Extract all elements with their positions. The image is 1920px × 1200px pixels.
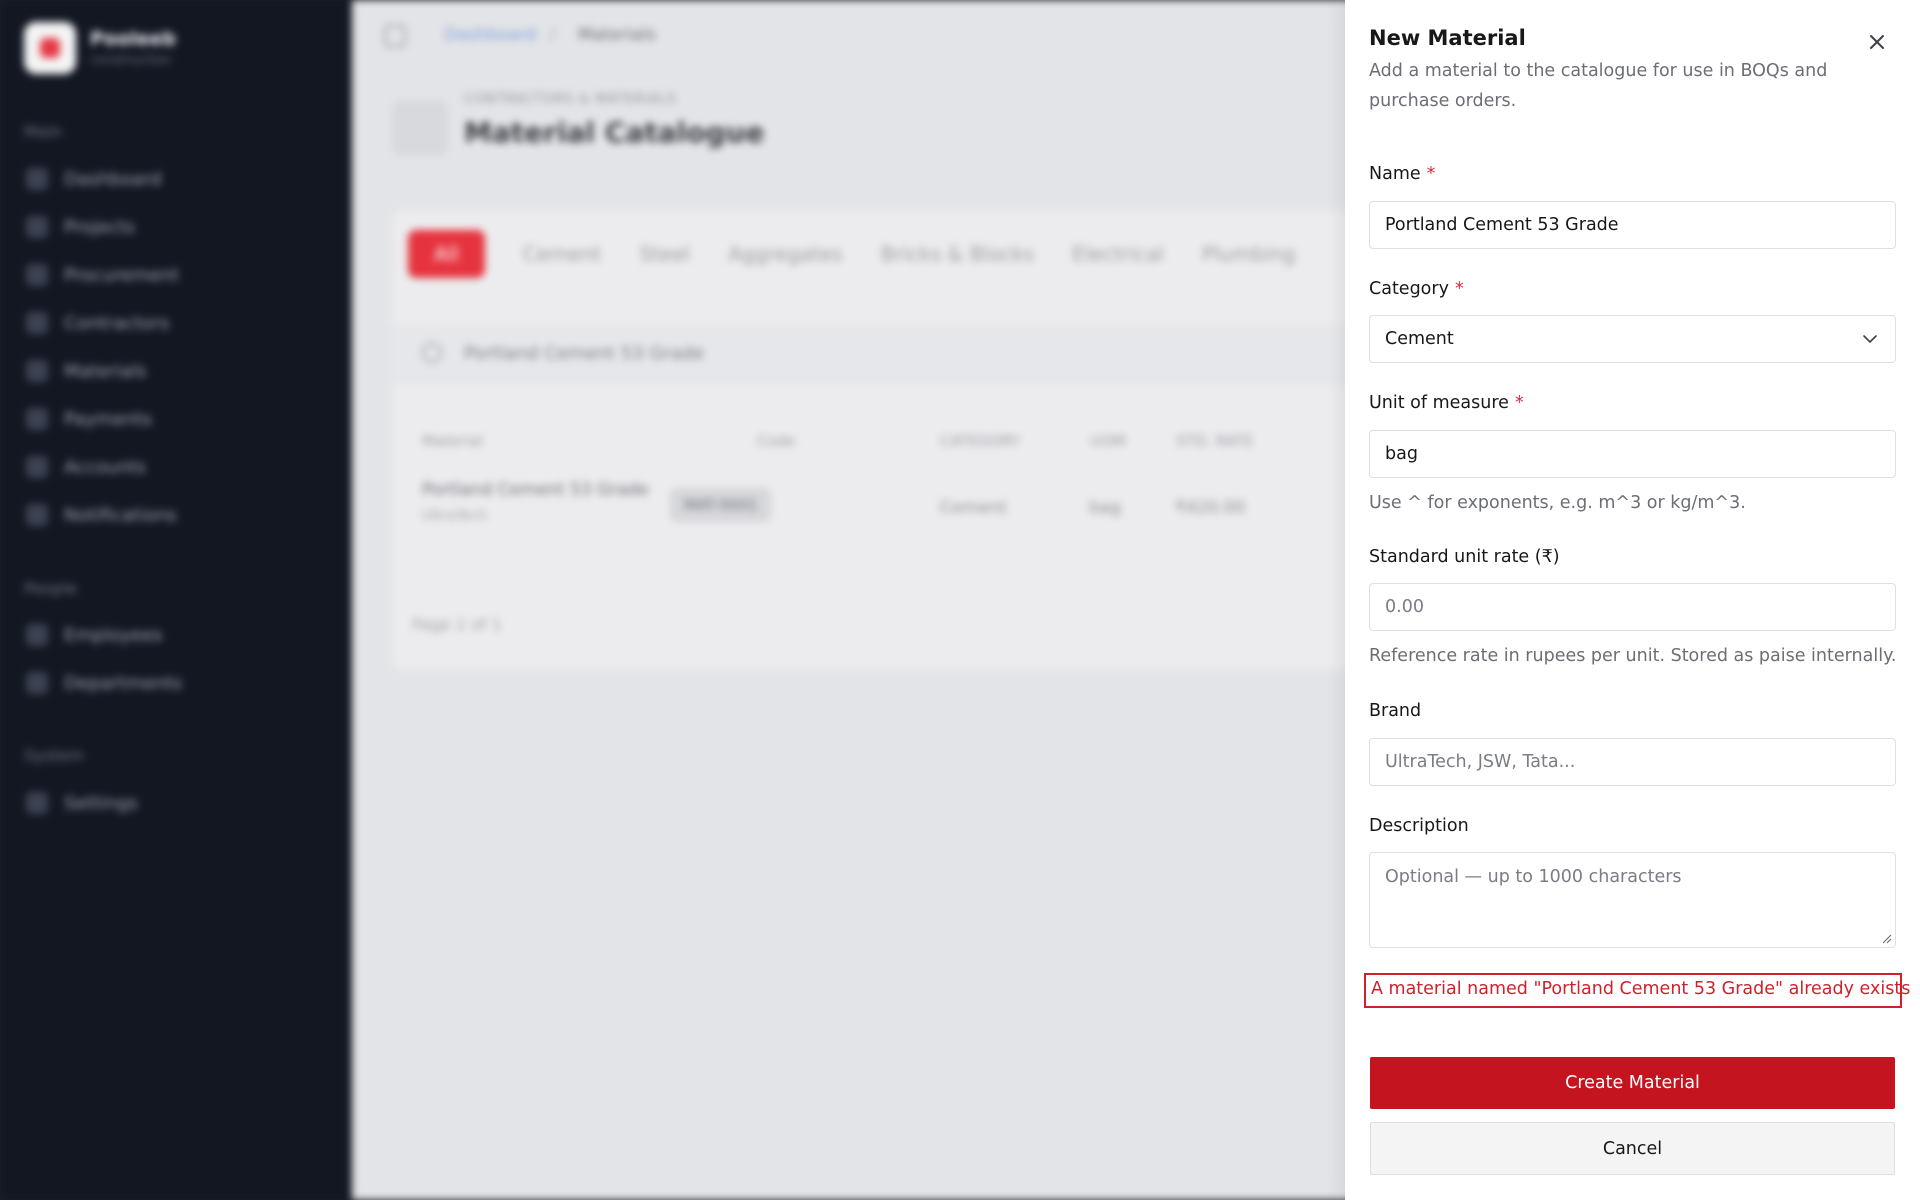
new-material-drawer: New Material Add a material to the catal… (1345, 0, 1920, 1200)
drawer-description: Add a material to the catalogue for use … (1369, 61, 1828, 111)
sidebar-item-notifications[interactable]: Notifications (26, 504, 177, 526)
table-row[interactable]: Portland Cement 53 Grade UltraTech (422, 480, 649, 524)
rate-hint: Reference rate in rupees per unit. Store… (1369, 646, 1897, 666)
uom-hint: Use ^ for exponents, e.g. m^3 or kg/m^3. (1369, 493, 1746, 513)
tab-plumbing[interactable]: Plumbing (1202, 242, 1295, 266)
create-material-button[interactable]: Create Material (1370, 1057, 1895, 1109)
rate-label: Standard unit rate (₹) (1369, 547, 1560, 567)
description-placeholder: Optional — up to 1000 characters (1385, 867, 1682, 887)
accounts-icon (26, 456, 48, 478)
name-label: Name * (1369, 164, 1436, 184)
tab-bricks-blocks[interactable]: Bricks & Blocks (881, 242, 1034, 266)
sidebar-item-contractors[interactable]: Contractors (26, 312, 169, 334)
breadcrumb-current: Materials (578, 25, 656, 45)
sidebar-item-dashboard[interactable]: Dashboard (26, 168, 162, 190)
nav-group-people: People (24, 579, 78, 598)
page-icon (392, 100, 448, 156)
row-rate: ₹420.00 (1175, 498, 1246, 518)
search-icon (422, 343, 442, 363)
duplicate-error-message: A material named "Portland Cement 53 Gra… (1364, 973, 1910, 1008)
table-header: Material Code CATEGORY UOM STD. RATE (422, 432, 1296, 450)
description-textarea[interactable]: Optional — up to 1000 characters (1369, 852, 1896, 948)
sidebar-item-accounts[interactable]: Accounts (26, 456, 146, 478)
procurement-icon (26, 264, 48, 286)
row-uom: bag (1089, 498, 1121, 518)
brand-label: Brand (1369, 701, 1422, 721)
rate-input[interactable]: 0.00 (1369, 583, 1896, 631)
sidebar-item-projects[interactable]: Projects (26, 216, 135, 238)
sidebar-item-settings[interactable]: Settings (26, 792, 138, 814)
brand-input[interactable]: UltraTech, JSW, Tata... (1369, 738, 1896, 786)
sidebar-item-materials[interactable]: Materials (26, 360, 147, 382)
tab-cement[interactable]: Cement (523, 242, 602, 266)
description-label: Description (1369, 816, 1469, 836)
dashboard-icon (26, 168, 48, 190)
brand-subtitle: construction (90, 53, 171, 68)
uom-label: Unit of measure * (1369, 393, 1524, 413)
required-marker: * (1454, 279, 1464, 299)
col-uom: UOM (1090, 432, 1126, 450)
nav-group-main: Main (24, 122, 63, 141)
category-select-value: Cement (1385, 329, 1454, 349)
category-label: Category * (1369, 279, 1464, 299)
brand-logo-icon (24, 22, 76, 74)
brand-name: Pooleeb (90, 28, 176, 50)
sidebar-item-payments[interactable]: Payments (26, 408, 152, 430)
sidebar-item-procurement[interactable]: Procurement (26, 264, 179, 286)
row-category: Cement (940, 498, 1007, 518)
sidebar-toggle-icon[interactable] (384, 25, 406, 47)
sidebar: Pooleeb construction Main Dashboard Proj… (0, 0, 352, 1200)
category-select[interactable]: Cement (1369, 315, 1896, 363)
required-marker: * (1514, 393, 1524, 413)
category-tabs: All Cement Steel Aggregates Bricks & Blo… (408, 230, 1333, 278)
row-material-name: Portland Cement 53 Grade (422, 480, 649, 500)
materials-icon (26, 360, 48, 382)
sidebar-item-departments[interactable]: Departments (26, 672, 182, 694)
col-rate: STD. RATE (1176, 432, 1254, 450)
row-material-brand: UltraTech (422, 508, 488, 524)
tab-aggregates[interactable]: Aggregates (728, 242, 843, 266)
departments-icon (26, 672, 48, 694)
name-input[interactable]: Portland Cement 53 Grade (1369, 201, 1896, 249)
page-overline: CONTRACTORS & MATERIALS (464, 92, 677, 107)
col-material[interactable]: Material (422, 432, 757, 450)
employees-icon (26, 624, 48, 646)
payments-icon (26, 408, 48, 430)
col-category: CATEGORY (940, 432, 1021, 450)
uom-input[interactable]: bag (1369, 430, 1896, 478)
sidebar-item-employees[interactable]: Employees (26, 624, 163, 646)
tab-electrical[interactable]: Electrical (1072, 242, 1164, 266)
search-input[interactable]: Portland Cement 53 Grade (464, 343, 704, 364)
tab-all[interactable]: All (408, 230, 485, 278)
col-code[interactable]: Code (757, 432, 940, 450)
notifications-icon (26, 504, 48, 526)
tab-steel[interactable]: Steel (639, 242, 690, 266)
chevron-down-icon (1863, 335, 1877, 344)
projects-icon (26, 216, 48, 238)
drawer-title: New Material (1369, 26, 1526, 50)
breadcrumb-separator: / (550, 25, 556, 45)
brand: Pooleeb construction (24, 22, 176, 74)
settings-icon (26, 792, 48, 814)
contractors-icon (26, 312, 48, 334)
cancel-button[interactable]: Cancel (1370, 1122, 1895, 1175)
nav-group-system: System (24, 746, 84, 765)
breadcrumb-home[interactable]: Dashboard (444, 25, 536, 45)
page-title: Material Catalogue (464, 116, 765, 149)
required-marker: * (1426, 164, 1436, 184)
resize-handle-icon[interactable] (1880, 932, 1892, 944)
close-icon[interactable] (1863, 28, 1891, 56)
pagination: Page 1 of 1 (412, 615, 502, 634)
row-code: MAT-0001 (670, 488, 772, 522)
